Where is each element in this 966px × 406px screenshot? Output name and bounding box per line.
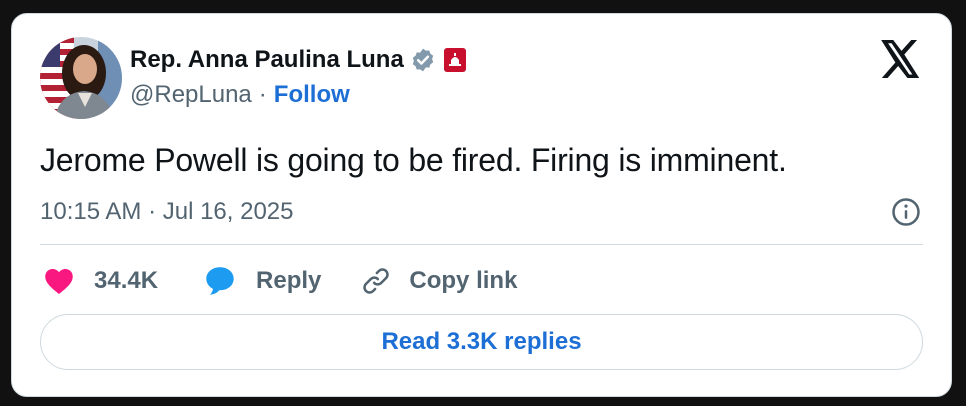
read-replies-button[interactable]: Read 3.3K replies	[40, 314, 923, 370]
verified-badge-icon	[410, 47, 436, 73]
like-count: 34.4K	[94, 267, 159, 294]
tweet-card: Rep. Anna Paulina Luna @RepLuna · Follow…	[11, 13, 952, 397]
us-house-affiliation-icon[interactable]	[443, 48, 466, 72]
avatar-image	[40, 37, 122, 119]
heart-icon	[45, 269, 73, 294]
reply-bubble-icon	[206, 267, 234, 295]
author-name[interactable]: Rep. Anna Paulina Luna	[130, 46, 404, 74]
copy-link-label: Copy link	[409, 267, 518, 294]
author-handle-row: @RepLuna · Follow	[130, 81, 350, 109]
author-name-row: Rep. Anna Paulina Luna	[130, 44, 466, 76]
divider	[40, 244, 923, 245]
action-bar: 34.4K Reply Copy link	[44, 264, 517, 298]
info-icon[interactable]	[891, 197, 921, 227]
reply-button[interactable]: Reply	[204, 266, 361, 296]
author-avatar[interactable]	[40, 37, 122, 119]
separator-dot: ·	[258, 81, 267, 108]
copy-link-button[interactable]: Copy link	[361, 266, 517, 296]
tweet-timestamp[interactable]: 10:15 AM · Jul 16, 2025	[40, 198, 294, 226]
link-icon	[363, 268, 390, 294]
like-button[interactable]: 34.4K	[44, 267, 204, 295]
reply-label: Reply	[256, 267, 322, 294]
follow-link[interactable]: Follow	[274, 81, 350, 109]
author-handle[interactable]: @RepLuna	[130, 81, 252, 109]
x-logo-icon[interactable]	[881, 40, 921, 78]
tweet-text: Jerome Powell is going to be fired. Firi…	[40, 142, 787, 178]
